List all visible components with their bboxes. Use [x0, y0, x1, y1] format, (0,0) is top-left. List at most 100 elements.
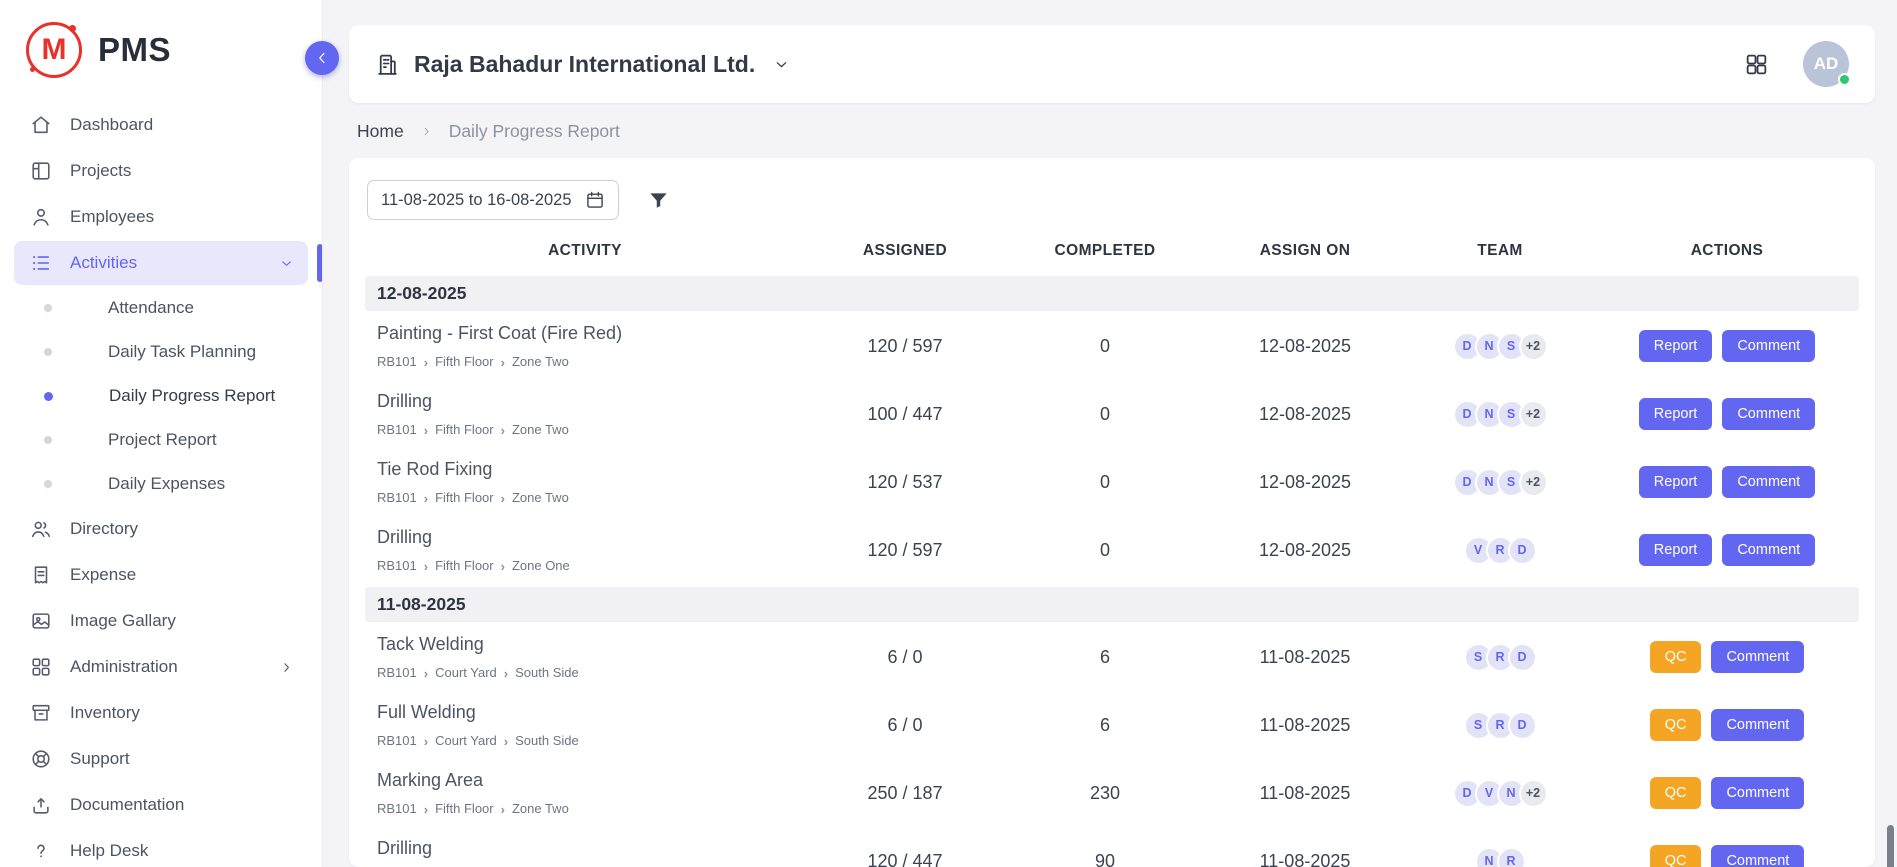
activity-title[interactable]: Full Welding [377, 701, 805, 723]
breadcrumb-home[interactable]: Home [357, 121, 404, 142]
sidebar-item-support[interactable]: Support [14, 737, 308, 781]
completed-value: 230 [1005, 783, 1205, 804]
comment-button[interactable]: Comment [1711, 845, 1804, 867]
activity-cell: Painting - First Coat (Fire Red)RB101›Fi… [365, 322, 805, 370]
comment-button[interactable]: Comment [1711, 777, 1804, 809]
location-segment: RB101 [377, 665, 417, 681]
activity-cell: DrillingRB101›Fifth Floor›Zone One [365, 526, 805, 574]
team-avatars: DNS+2 [1405, 400, 1595, 429]
qc-button[interactable]: QC [1650, 777, 1702, 809]
team-avatars: DNS+2 [1405, 332, 1595, 361]
chevron-down-icon [279, 256, 294, 271]
activity-title[interactable]: Tie Rod Fixing [377, 458, 805, 480]
sidebar-item-inventory[interactable]: Inventory [14, 691, 308, 735]
date-range-value: 11-08-2025 to 16-08-2025 [381, 191, 572, 210]
app-name: PMS [98, 31, 171, 69]
sidebar-subitem-daily-expenses[interactable]: Daily Expenses [0, 462, 322, 506]
sidebar-item-label: Documentation [70, 795, 184, 815]
activity-path: RB101›Fifth Floor›Zone Two [377, 490, 805, 506]
activity-title[interactable]: Painting - First Coat (Fire Red) [377, 322, 805, 344]
team-extra-badge: +2 [1519, 400, 1548, 429]
directory-icon [30, 518, 52, 540]
qc-button[interactable]: QC [1650, 641, 1702, 673]
scrollbar-thumb[interactable] [1887, 825, 1894, 867]
report-button[interactable]: Report [1639, 466, 1713, 498]
sidebar-item-label: Help Desk [70, 841, 148, 861]
row-actions: Report Comment [1595, 534, 1859, 566]
sidebar-collapse-button[interactable] [305, 41, 339, 75]
location-segment: Fifth Floor [435, 354, 494, 370]
comment-button[interactable]: Comment [1722, 466, 1815, 498]
location-segment: RB101 [377, 422, 417, 438]
report-button[interactable]: Report [1639, 534, 1713, 566]
activity-cell: Full WeldingRB101›Court Yard›South Side [365, 701, 805, 749]
date-group-row: 11-08-2025 [365, 587, 1859, 622]
expense-icon [30, 564, 52, 586]
location-segment: South Side [515, 665, 579, 681]
sidebar-item-dashboard[interactable]: Dashboard [14, 103, 308, 147]
activity-cell: DrillingRB101›Fifth Floor›Zone Two [365, 837, 805, 867]
filter-icon[interactable] [647, 189, 670, 212]
sidebar-item-administration[interactable]: Administration [14, 645, 308, 689]
sidebar-subitem-project-report[interactable]: Project Report [0, 418, 322, 462]
assigned-value: 6 / 0 [805, 647, 1005, 668]
column-header-completed: COMPLETED [1005, 242, 1205, 260]
row-actions: QC Comment [1595, 845, 1859, 867]
activity-path: RB101›Fifth Floor›Zone Two [377, 801, 805, 817]
apps-grid-icon[interactable] [1744, 52, 1769, 77]
activity-title[interactable]: Tack Welding [377, 633, 805, 655]
chevron-right-icon: › [424, 735, 428, 748]
activity-path: RB101›Fifth Floor›Zone Two [377, 422, 805, 438]
sidebar-item-help-desk[interactable]: Help Desk [14, 829, 308, 867]
user-avatar[interactable]: AD [1803, 41, 1849, 87]
location-segment: Zone Two [512, 490, 569, 506]
comment-button[interactable]: Comment [1711, 641, 1804, 673]
completed-value: 0 [1005, 336, 1205, 357]
main-area: Raja Bahadur International Ltd. AD Home … [323, 0, 1897, 867]
sidebar-subitem-attendance[interactable]: Attendance [0, 286, 322, 330]
activity-title[interactable]: Drilling [377, 390, 805, 412]
sidebar-item-documentation[interactable]: Documentation [14, 783, 308, 827]
employees-icon [30, 206, 52, 228]
date-range-input[interactable]: 11-08-2025 to 16-08-2025 [367, 180, 619, 220]
sidebar-item-directory[interactable]: Directory [14, 507, 308, 551]
app-logo[interactable]: M PMS [0, 22, 322, 78]
comment-button[interactable]: Comment [1722, 398, 1815, 430]
sidebar-item-projects[interactable]: Projects [14, 149, 308, 193]
activity-title[interactable]: Drilling [377, 837, 805, 859]
sidebar-subitem-daily-progress-report[interactable]: Daily Progress Report [0, 374, 322, 418]
comment-button[interactable]: Comment [1711, 709, 1804, 741]
chevron-right-icon: › [504, 735, 508, 748]
sidebar-subitem-daily-task-planning[interactable]: Daily Task Planning [0, 330, 322, 374]
company-selector[interactable]: Raja Bahadur International Ltd. [375, 51, 790, 78]
sidebar-item-employees[interactable]: Employees [14, 195, 308, 239]
sidebar-item-label: Employees [70, 207, 154, 227]
assigned-value: 120 / 597 [805, 336, 1005, 357]
chevron-right-icon [420, 125, 433, 138]
activity-title[interactable]: Drilling [377, 526, 805, 548]
activity-title[interactable]: Marking Area [377, 769, 805, 791]
comment-button[interactable]: Comment [1722, 534, 1815, 566]
qc-button[interactable]: QC [1650, 845, 1702, 867]
completed-value: 0 [1005, 540, 1205, 561]
location-segment: RB101 [377, 801, 417, 817]
sidebar-subitem-label: Daily Progress Report [109, 386, 275, 406]
gallery-icon [30, 610, 52, 632]
qc-button[interactable]: QC [1650, 709, 1702, 741]
team-avatars: SRD [1405, 711, 1595, 740]
bullet-dot-icon [44, 392, 53, 401]
sidebar-item-activities[interactable]: Activities [14, 241, 308, 285]
inventory-icon [30, 702, 52, 724]
app-root: M PMS DashboardProjects Employees Activiti… [0, 0, 1897, 867]
sidebar-item-image-gallary[interactable]: Image Gallary [14, 599, 308, 643]
sidebar-subitem-label: Attendance [108, 298, 194, 318]
report-button[interactable]: Report [1639, 330, 1713, 362]
assign-on-value: 12-08-2025 [1205, 472, 1405, 493]
assign-on-value: 11-08-2025 [1205, 851, 1405, 867]
report-button[interactable]: Report [1639, 398, 1713, 430]
comment-button[interactable]: Comment [1722, 330, 1815, 362]
location-segment: RB101 [377, 490, 417, 506]
column-header-assign-on: ASSIGN ON [1205, 242, 1405, 260]
chevron-right-icon: › [424, 356, 428, 369]
sidebar-item-expense[interactable]: Expense [14, 553, 308, 597]
